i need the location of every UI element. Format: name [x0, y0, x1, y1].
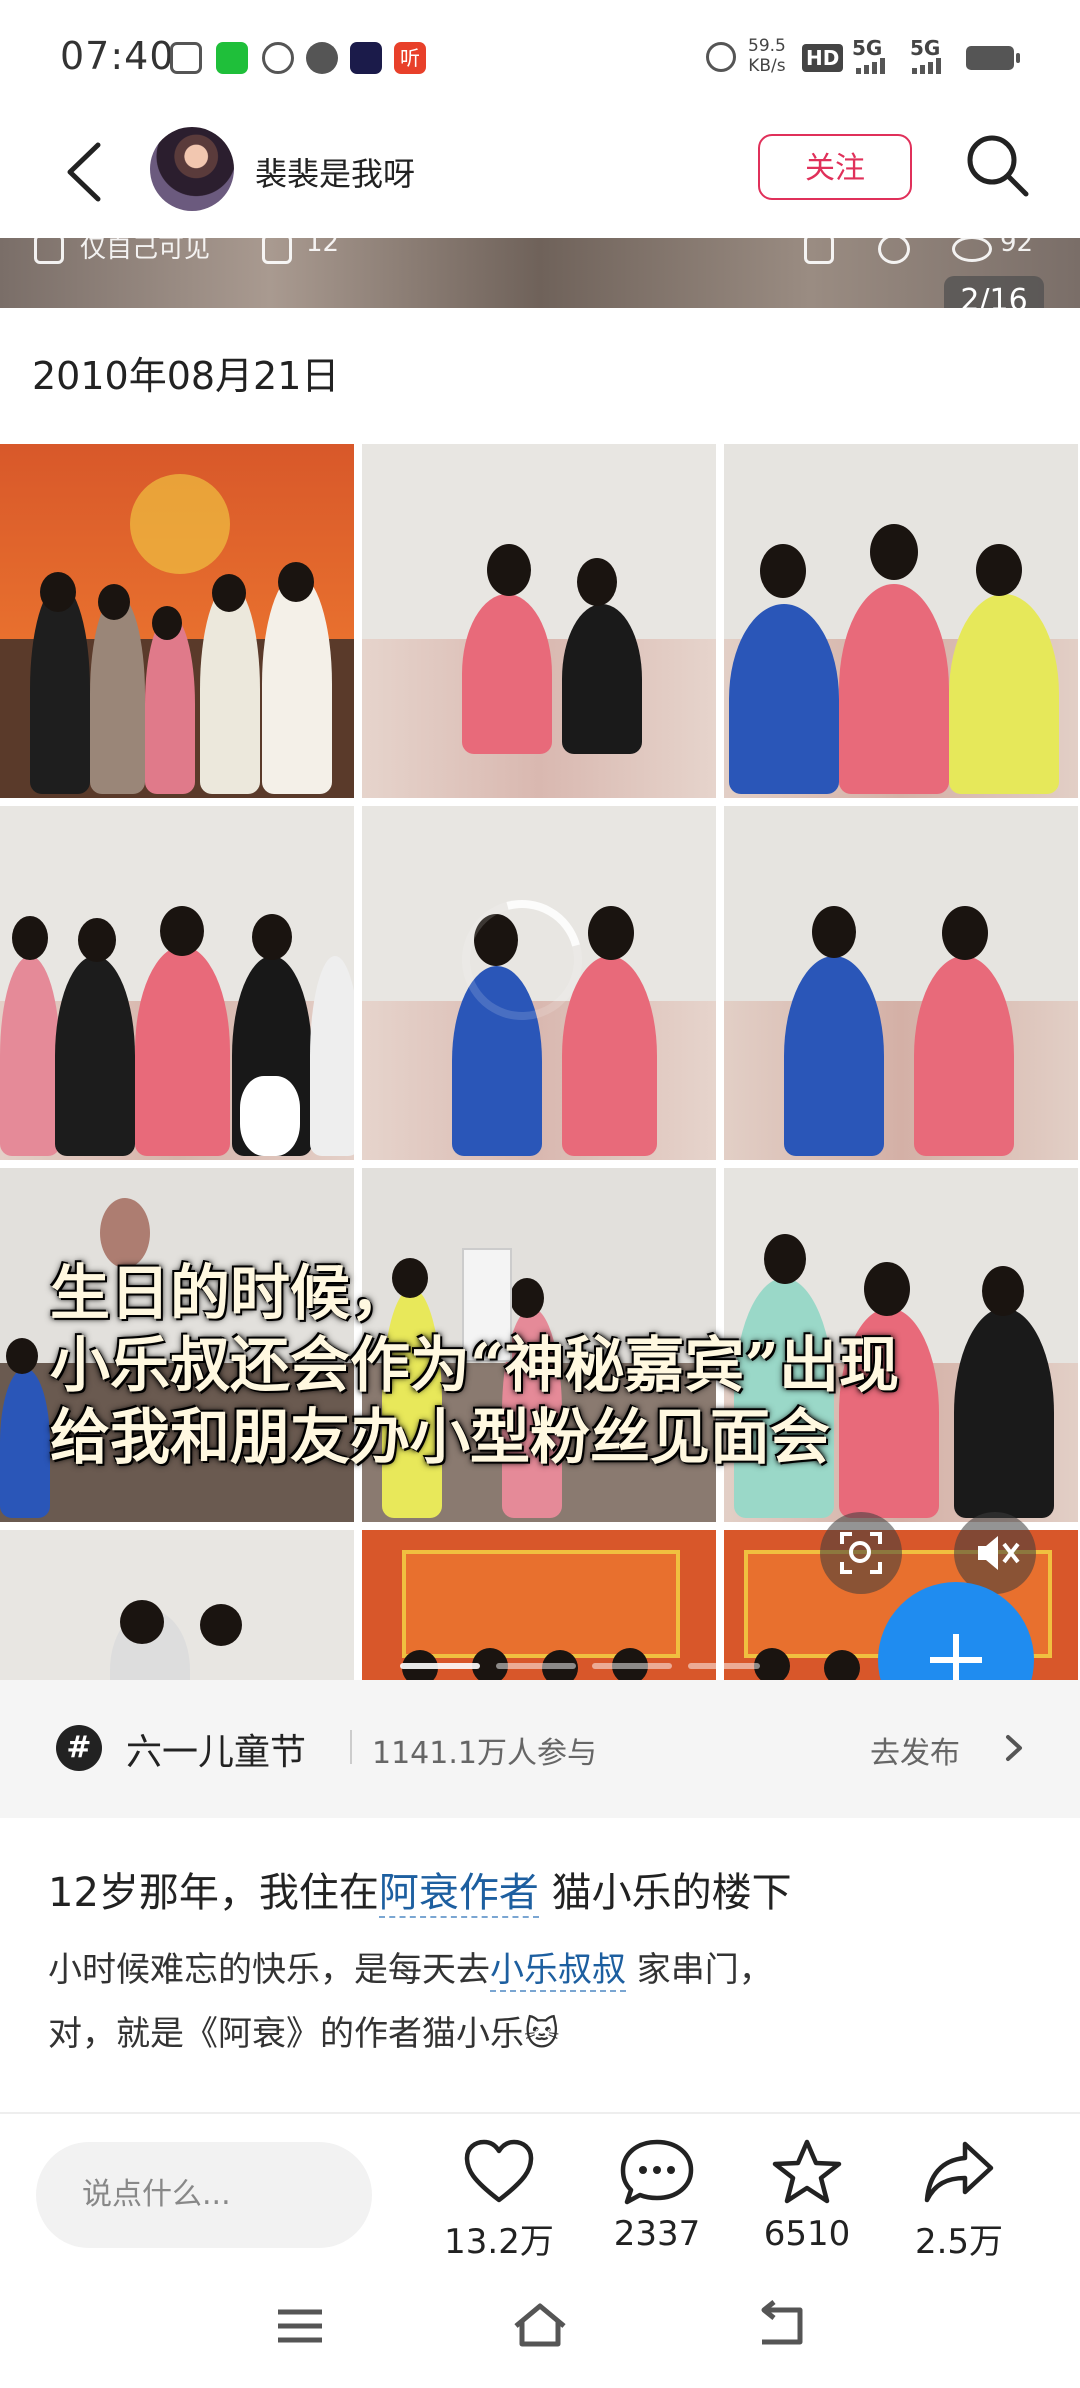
app-icon-c — [306, 42, 338, 74]
post-body-text-end: 家串门， — [626, 1950, 773, 1990]
image-count: 12 — [306, 228, 340, 258]
photo-3[interactable] — [724, 444, 1078, 798]
menu-nav-button[interactable] — [276, 2306, 324, 2346]
post-body-text: 小时候难忘的快乐，是每天去 — [48, 1950, 490, 1990]
comment-bubble-icon — [620, 2139, 694, 2205]
alarm-icon — [262, 42, 294, 74]
listen-icon: 听 — [394, 42, 426, 74]
signal-label-2: 5G — [910, 36, 941, 60]
photo-10[interactable] — [0, 1530, 354, 1680]
star-icon — [772, 2139, 842, 2204]
app-icon-b — [216, 42, 248, 74]
caption-line-3: 给我和朋友办小型粉丝见面会 — [50, 1403, 830, 1473]
lock-icon — [34, 234, 64, 264]
chevron-right-icon[interactable] — [1000, 1733, 1026, 1763]
album-date: 2010年08月21日 — [32, 354, 340, 398]
favorite-button[interactable]: 6510 — [732, 2138, 882, 2254]
comment-count: 2337 — [613, 2214, 701, 2254]
app-icon-a — [170, 42, 202, 74]
post-body-line-2: 对，就是《阿衰》的作者猫小乐🐱 — [48, 2014, 560, 2054]
photo-2[interactable] — [362, 444, 716, 798]
follow-button[interactable]: 关注 — [758, 134, 912, 200]
comment-icon — [878, 234, 910, 264]
topic-divider — [350, 1730, 352, 1764]
share-button[interactable]: 2.5万 — [884, 2138, 1034, 2263]
gallery-progress — [400, 1654, 760, 1669]
eye-icon — [952, 236, 992, 262]
post-title-text: 12岁那年，我住在 — [48, 1870, 379, 1916]
signal-bars-2-icon — [912, 58, 946, 74]
share-count: 2.5万 — [914, 2222, 1004, 2262]
back-nav-button[interactable] — [754, 2300, 806, 2350]
moon-icon — [350, 42, 382, 74]
heart-icon — [464, 2139, 534, 2203]
like-count: 13.2万 — [444, 2222, 554, 2262]
comment-input[interactable]: 说点什么... — [36, 2142, 372, 2248]
search-button[interactable] — [962, 130, 1032, 200]
photo-1[interactable] — [0, 444, 354, 798]
alarm-clock-icon — [706, 42, 736, 72]
image-count-icon — [262, 234, 292, 264]
status-time: 07:40 — [60, 34, 175, 78]
tag-link-author[interactable]: 阿衰作者 — [378, 1870, 539, 1918]
post-title: 12岁那年，我住在阿衰作者 猫小乐的楼下 — [48, 1860, 792, 1918]
home-nav-button[interactable] — [510, 2300, 570, 2350]
return-icon — [761, 2300, 803, 2345]
hashtag-icon: # — [56, 1725, 102, 1771]
back-button[interactable] — [58, 137, 112, 207]
post-body: 小时候难忘的快乐，是每天去小乐叔叔 家串门， 对，就是《阿衰》的作者猫小乐🐱 — [48, 1938, 773, 2066]
caption-line-1: 生日的时候， — [50, 1259, 410, 1329]
comment-button[interactable]: 2337 — [582, 2138, 732, 2254]
search-icon — [967, 135, 1029, 197]
hd-badge: HD — [802, 44, 844, 72]
like-icon — [804, 234, 834, 264]
view-count: 92 — [1000, 228, 1034, 258]
like-button[interactable]: 13.2万 — [424, 2138, 574, 2263]
share-arrow-icon — [924, 2141, 994, 2203]
visibility-label: 仅自己可见 — [80, 234, 211, 264]
favorite-count: 6510 — [763, 2214, 851, 2254]
divider — [0, 2112, 1080, 2114]
net-speed-value: 59.5 — [748, 36, 786, 56]
tag-link-uncle[interactable]: 小乐叔叔 — [490, 1950, 626, 1992]
menu-icon — [278, 2309, 322, 2343]
topic-participants: 1141.1万人参与 — [372, 1736, 597, 1771]
post-title-text-end: 猫小乐的楼下 — [538, 1870, 792, 1916]
signal-label-1: 5G — [852, 36, 883, 60]
battery-icon — [966, 46, 1020, 70]
post-body-line-1: 小时候难忘的快乐，是每天去小乐叔叔 家串门， — [48, 1938, 773, 2002]
net-speed-unit: KB/s — [748, 56, 786, 76]
net-speed: 59.5 KB/s — [748, 36, 786, 76]
chevron-left-icon — [67, 142, 101, 202]
caption-line-2: 小乐叔还会作为“神秘嘉宾”出现 — [50, 1331, 900, 1401]
username[interactable]: 裴裴是我呀 — [255, 149, 415, 195]
photo-6[interactable] — [724, 806, 1078, 1160]
photo-caption: 生日的时候， 小乐叔还会作为“神秘嘉宾”出现 给我和朋友办小型粉丝见面会 — [50, 1258, 899, 1474]
signal-bars-1-icon — [856, 58, 890, 74]
topic-publish-link[interactable]: 去发布 — [870, 1728, 960, 1772]
home-icon — [514, 2303, 566, 2347]
topic-name[interactable]: 六一儿童节 — [126, 1723, 306, 1775]
photo-grid — [0, 444, 1080, 1680]
photo-4[interactable] — [0, 806, 354, 1160]
avatar[interactable] — [150, 127, 234, 211]
